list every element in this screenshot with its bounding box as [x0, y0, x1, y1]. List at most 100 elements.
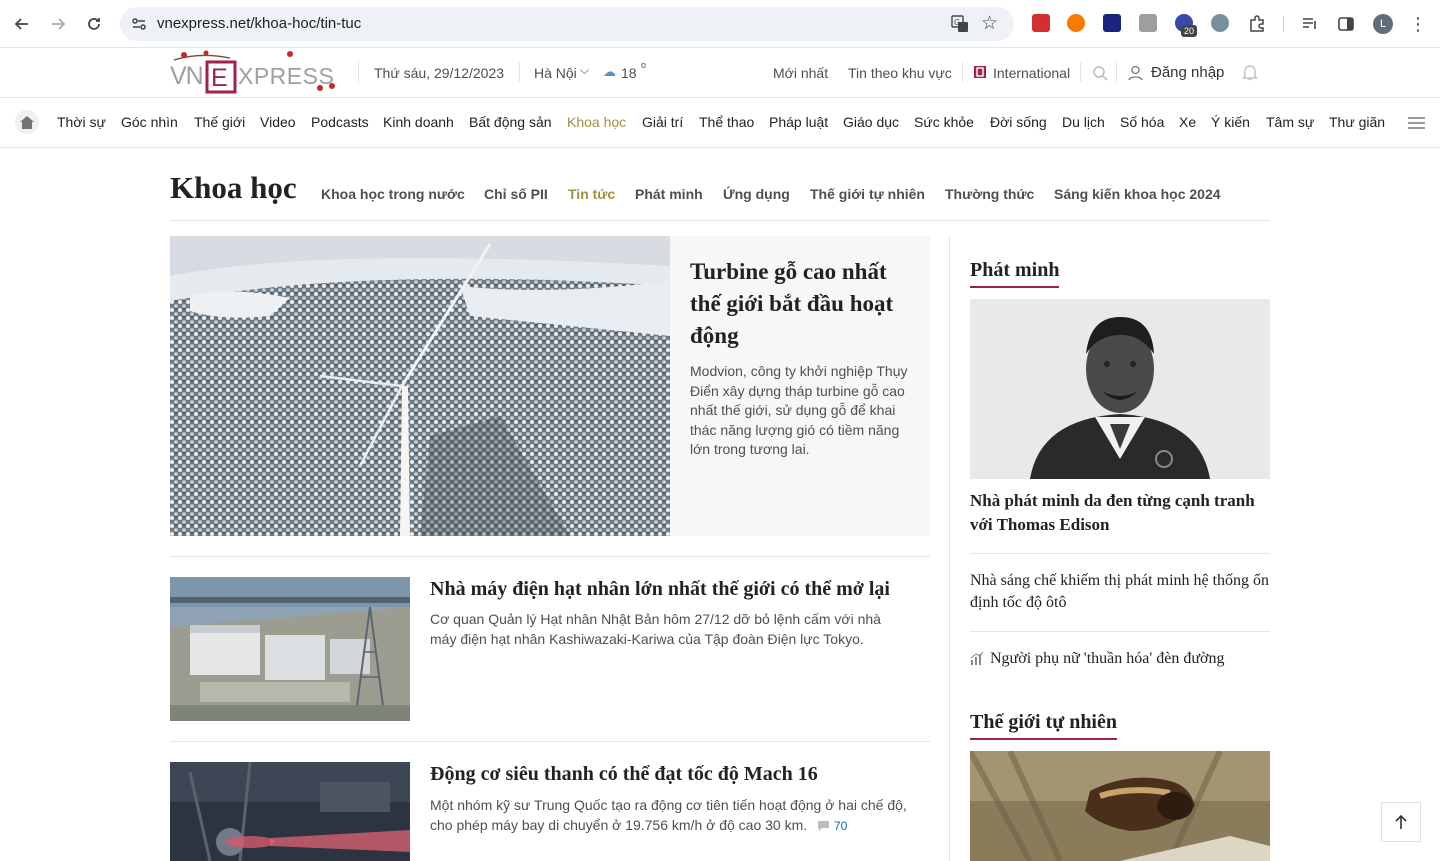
- address-bar[interactable]: vnexpress.net/khoa-hoc/tin-tuc G ☆: [120, 7, 1014, 41]
- header-divider: [358, 62, 359, 82]
- home-icon[interactable]: [15, 110, 39, 134]
- column-divider: [949, 236, 950, 861]
- subnav-ung-dung[interactable]: Ứng dụng: [723, 186, 790, 202]
- subnav-phat-minh[interactable]: Phát minh: [635, 186, 703, 202]
- toolbar-divider: [1283, 16, 1284, 32]
- comment-count[interactable]: 70: [834, 819, 847, 833]
- section-divider: [170, 220, 1270, 221]
- svg-text:VN: VN: [170, 62, 203, 90]
- nav-item-phap-luat[interactable]: Pháp luật: [769, 114, 828, 130]
- extension-badge: 20: [1181, 25, 1198, 37]
- sidebar-lead-title[interactable]: Nhà phát minh da đen từng cạnh tranh với…: [970, 489, 1270, 537]
- arrow-up-icon: [1395, 814, 1407, 829]
- latest-news-link[interactable]: Mới nhất: [773, 65, 828, 81]
- article-description: Cơ quan Quản lý Hạt nhân Nhật Bản hôm 27…: [430, 611, 881, 647]
- nav-item-suc-khoe[interactable]: Sức khỏe: [914, 114, 974, 130]
- nav-item-du-lich[interactable]: Du lịch: [1062, 114, 1105, 130]
- site-settings-icon[interactable]: [130, 15, 148, 33]
- extension-orange-icon[interactable]: [1067, 14, 1085, 32]
- nav-item-video[interactable]: Video: [260, 114, 296, 130]
- nav-item-the-gioi[interactable]: Thế giới: [194, 114, 245, 130]
- reading-list-icon[interactable]: [1298, 12, 1322, 36]
- svg-text:G: G: [954, 18, 960, 27]
- article-divider: [170, 741, 930, 742]
- back-button[interactable]: [10, 12, 34, 36]
- featured-article-title[interactable]: Turbine gỗ cao nhất thế giới bắt đầu hoạ…: [690, 256, 914, 352]
- extension-red-icon[interactable]: [1032, 14, 1050, 32]
- featured-article-description: Modvion, công ty khởi nghiệp Thụy Điển x…: [690, 363, 908, 458]
- browser-toolbar: vnexpress.net/khoa-hoc/tin-tuc G ☆ 20 L …: [0, 0, 1440, 48]
- header-divider: [519, 62, 520, 82]
- sidebar-link[interactable]: Nhà sáng chế khiếm thị phát minh hệ thốn…: [970, 570, 1270, 614]
- nav-item-kinh-doanh[interactable]: Kinh doanh: [383, 114, 454, 130]
- nav-item-doi-song[interactable]: Đời sống: [990, 114, 1047, 130]
- sidebar-heading-invention[interactable]: Phát minh: [970, 259, 1060, 288]
- chevron-down-icon[interactable]: ⌵: [580, 63, 589, 78]
- url-text[interactable]: vnexpress.net/khoa-hoc/tin-tuc: [157, 15, 361, 32]
- nav-item-khoa-hoc[interactable]: Khoa học: [567, 114, 626, 130]
- vnexpress-logo[interactable]: VN E XPRESS: [170, 50, 342, 94]
- nav-item-podcasts[interactable]: Podcasts: [311, 114, 369, 130]
- search-icon[interactable]: [1092, 65, 1108, 81]
- extension-gray-icon[interactable]: [1139, 14, 1157, 32]
- article-description: Một nhóm kỹ sư Trung Quốc tạo ra động cơ…: [430, 796, 910, 836]
- extension-satellite-icon[interactable]: [1211, 14, 1229, 32]
- subnav-the-gioi-tu-nhien[interactable]: Thế giới tự nhiên: [810, 186, 925, 202]
- article-title[interactable]: Nhà máy điện hạt nhân lớn nhất thế giới …: [430, 578, 890, 601]
- profile-avatar[interactable]: L: [1373, 14, 1393, 34]
- login-link[interactable]: Đăng nhập: [1151, 64, 1224, 81]
- article-image[interactable]: [170, 762, 410, 861]
- bookmark-star-icon[interactable]: ☆: [981, 12, 998, 35]
- temperature-unit: o: [641, 60, 647, 70]
- user-icon[interactable]: [1128, 65, 1143, 81]
- nav-item-tam-su[interactable]: Tâm sự: [1266, 114, 1314, 130]
- city-selector[interactable]: Hà Nội: [534, 65, 577, 81]
- nav-item-giai-tri[interactable]: Giải trí: [642, 114, 683, 130]
- sidebar-link[interactable]: Người phụ nữ 'thuần hóa' đèn đường: [990, 648, 1270, 670]
- nav-item-so-hoa[interactable]: Số hóa: [1120, 114, 1164, 130]
- international-link[interactable]: International: [993, 65, 1070, 81]
- extension-blue-square-icon[interactable]: [1103, 14, 1121, 32]
- reload-icon: [88, 18, 100, 30]
- notification-bell-icon[interactable]: [1242, 64, 1258, 81]
- scroll-to-top-button[interactable]: [1381, 802, 1421, 842]
- article-title[interactable]: Động cơ siêu thanh có thể đạt tốc độ Mac…: [430, 763, 818, 786]
- main-navigation: Thời sự Góc nhìn Thế giới Video Podcasts…: [0, 98, 1440, 148]
- subnav-sang-kien-khoa-hoc-2024[interactable]: Sáng kiến khoa học 2024: [1054, 186, 1221, 202]
- reload-button[interactable]: [82, 12, 106, 36]
- international-icon[interactable]: [973, 65, 987, 79]
- sidebar-lead-image[interactable]: [970, 299, 1270, 479]
- comment-icon[interactable]: [817, 820, 830, 832]
- sidebar-divider: [970, 553, 1270, 554]
- nav-item-thoi-su[interactable]: Thời sự: [57, 114, 106, 130]
- nav-item-thu-gian[interactable]: Thư giãn: [1329, 114, 1385, 130]
- nav-item-giao-duc[interactable]: Giáo dục: [843, 114, 899, 130]
- nav-item-bat-dong-san[interactable]: Bất động sản: [469, 114, 552, 130]
- featured-article-image[interactable]: [170, 236, 670, 536]
- nav-item-goc-nhin[interactable]: Góc nhìn: [121, 114, 178, 130]
- sidebar-nature-image[interactable]: [970, 751, 1270, 861]
- browser-menu-icon[interactable]: ⋮: [1406, 12, 1430, 36]
- section-title[interactable]: Khoa học: [170, 170, 297, 206]
- sidebar-divider: [970, 631, 1270, 632]
- nav-item-xe[interactable]: Xe: [1179, 114, 1196, 130]
- subnav-chi-so-pii[interactable]: Chỉ số PII: [484, 186, 548, 202]
- header-divider: [1080, 62, 1081, 82]
- extensions-puzzle-icon[interactable]: [1245, 12, 1269, 36]
- header-divider: [1116, 62, 1117, 82]
- subnav-khoa-hoc-trong-nuoc[interactable]: Khoa học trong nước: [321, 186, 465, 202]
- forward-button[interactable]: [46, 12, 70, 36]
- subnav-tin-tuc[interactable]: Tin tức: [568, 186, 615, 202]
- subnav-thuong-thuc[interactable]: Thường thức: [945, 186, 1034, 202]
- nav-item-the-thao[interactable]: Thể thao: [699, 114, 754, 130]
- regional-news-link[interactable]: Tin theo khu vực: [848, 65, 952, 81]
- nav-item-y-kien[interactable]: Ý kiến: [1211, 114, 1250, 130]
- svg-text:E: E: [211, 64, 228, 92]
- hamburger-menu-icon[interactable]: [1408, 117, 1425, 132]
- article-image[interactable]: [170, 577, 410, 721]
- header-divider: [962, 62, 963, 82]
- sidebar-heading-nature[interactable]: Thế giới tự nhiên: [970, 711, 1117, 740]
- svg-text:XPRESS: XPRESS: [238, 63, 334, 89]
- translate-icon[interactable]: G: [950, 14, 970, 34]
- side-panel-icon[interactable]: [1334, 12, 1358, 36]
